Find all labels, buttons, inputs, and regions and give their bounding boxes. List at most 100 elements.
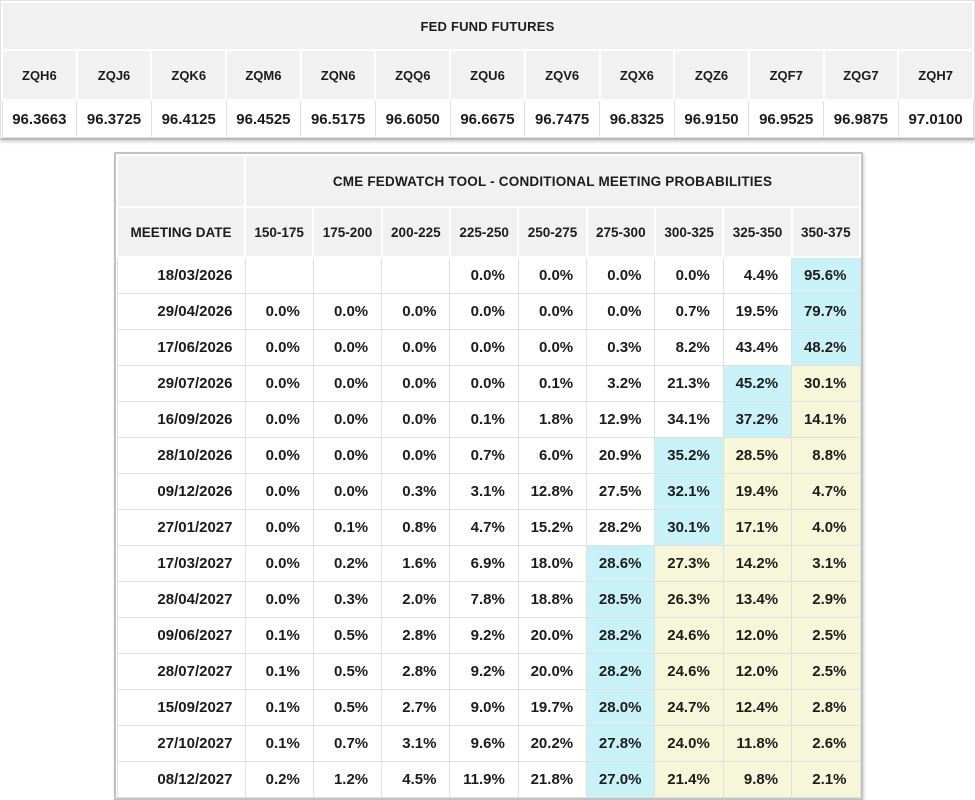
futures-symbol-zqx6: ZQX6 xyxy=(600,50,675,100)
fedwatch-row-17-06-2026: 17/06/20260.0%0.0%0.0%0.0%0.0%0.3%8.2%43… xyxy=(117,330,860,366)
meeting-date-cell: 27/10/2027 xyxy=(117,726,245,762)
meeting-date-cell: 17/03/2027 xyxy=(117,546,245,582)
probability-cell: 0.0% xyxy=(245,438,313,474)
probability-cell: 9.6% xyxy=(450,726,518,762)
probability-cell: 0.0% xyxy=(313,402,381,438)
probability-cell: 28.2% xyxy=(587,654,655,690)
probability-cell: 2.6% xyxy=(792,726,860,762)
fedwatch-title-row: CME FEDWATCH TOOL - CONDITIONAL MEETING … xyxy=(117,155,860,207)
probability-cell: 0.0% xyxy=(382,330,450,366)
probability-cell: 27.8% xyxy=(587,726,655,762)
futures-price-zqv6: 96.7475 xyxy=(525,100,600,138)
rate-range-header-300-325: 300-325 xyxy=(655,207,723,257)
probability-cell: 0.7% xyxy=(450,438,518,474)
probability-cell: 11.9% xyxy=(450,762,518,798)
futures-price-zqu6: 96.6675 xyxy=(450,100,525,138)
probability-cell: 4.7% xyxy=(450,510,518,546)
probability-cell: 1.6% xyxy=(382,546,450,582)
futures-price-zqj6: 96.3725 xyxy=(77,100,152,138)
probability-cell: 9.2% xyxy=(450,618,518,654)
probability-cell: 4.5% xyxy=(382,762,450,798)
probability-cell: 24.6% xyxy=(655,618,723,654)
probability-cell: 12.9% xyxy=(587,402,655,438)
probability-cell: 27.0% xyxy=(587,762,655,798)
futures-symbol-zqh7: ZQH7 xyxy=(898,50,973,100)
probability-cell: 0.0% xyxy=(450,330,518,366)
probability-cell: 21.4% xyxy=(655,762,723,798)
probability-cell: 0.3% xyxy=(382,474,450,510)
probability-cell: 0.0% xyxy=(518,330,586,366)
futures-price-zqm6: 96.4525 xyxy=(226,100,301,138)
futures-price-zqx6: 96.8325 xyxy=(600,100,675,138)
meeting-date-cell: 28/04/2027 xyxy=(117,582,245,618)
probability-cell: 9.0% xyxy=(450,690,518,726)
fedwatch-row-27-10-2027: 27/10/20270.1%0.7%3.1%9.6%20.2%27.8%24.0… xyxy=(117,726,860,762)
rate-range-header-250-275: 250-275 xyxy=(518,207,586,257)
probability-cell: 24.6% xyxy=(655,654,723,690)
meeting-date-cell: 09/06/2027 xyxy=(117,618,245,654)
meeting-date-cell: 29/04/2026 xyxy=(117,294,245,330)
probability-cell: 26.3% xyxy=(655,582,723,618)
meeting-date-cell: 08/12/2027 xyxy=(117,762,245,798)
probability-cell: 0.0% xyxy=(313,366,381,402)
futures-price-zqn6: 96.5175 xyxy=(301,100,376,138)
probability-cell: 3.1% xyxy=(792,546,860,582)
fedwatch-table: CME FEDWATCH TOOL - CONDITIONAL MEETING … xyxy=(114,152,863,800)
probability-cell: 4.7% xyxy=(792,474,860,510)
probability-cell: 1.8% xyxy=(518,402,586,438)
probability-cell: 0.1% xyxy=(245,654,313,690)
probability-cell: 0.0% xyxy=(518,257,586,294)
probability-cell: 0.0% xyxy=(382,402,450,438)
futures-symbol-zqh6: ZQH6 xyxy=(2,50,77,100)
probability-cell: 0.2% xyxy=(313,546,381,582)
probability-cell: 1.2% xyxy=(313,762,381,798)
probability-cell: 21.3% xyxy=(655,366,723,402)
probability-cell: 0.0% xyxy=(382,366,450,402)
probability-cell: 2.8% xyxy=(382,618,450,654)
probability-cell: 48.2% xyxy=(792,330,860,366)
probability-cell: 0.7% xyxy=(313,726,381,762)
probability-cell: 0.0% xyxy=(313,294,381,330)
probability-cell: 4.0% xyxy=(792,510,860,546)
probability-cell xyxy=(313,257,381,294)
probability-cell: 20.9% xyxy=(587,438,655,474)
probability-cell: 13.4% xyxy=(723,582,791,618)
probability-cell: 0.0% xyxy=(450,294,518,330)
meeting-date-cell: 17/06/2026 xyxy=(117,330,245,366)
probability-cell: 0.5% xyxy=(313,654,381,690)
meeting-date-cell: 29/07/2026 xyxy=(117,366,245,402)
probability-cell: 7.8% xyxy=(450,582,518,618)
probability-cell: 12.4% xyxy=(723,690,791,726)
probability-cell: 0.0% xyxy=(587,257,655,294)
probability-cell: 0.1% xyxy=(245,726,313,762)
probability-cell: 0.1% xyxy=(450,402,518,438)
rate-range-header-225-250: 225-250 xyxy=(450,207,518,257)
futures-symbol-zqn6: ZQN6 xyxy=(301,50,376,100)
probability-cell: 2.1% xyxy=(792,762,860,798)
futures-symbol-zqz6: ZQZ6 xyxy=(674,50,749,100)
probability-cell: 0.0% xyxy=(245,294,313,330)
probability-cell: 20.0% xyxy=(518,618,586,654)
futures-price-zqg7: 96.9875 xyxy=(824,100,899,138)
probability-cell: 32.1% xyxy=(655,474,723,510)
probability-cell: 2.7% xyxy=(382,690,450,726)
meeting-date-cell: 28/10/2026 xyxy=(117,438,245,474)
futures-table: FED FUND FUTURES ZQH6ZQJ6ZQK6ZQM6ZQN6ZQQ… xyxy=(1,1,974,138)
probability-cell: 19.5% xyxy=(723,294,791,330)
meeting-date-cell: 16/09/2026 xyxy=(117,402,245,438)
futures-symbol-zqk6: ZQK6 xyxy=(151,50,226,100)
meeting-date-cell: 27/01/2027 xyxy=(117,510,245,546)
fedwatch-corner-cell xyxy=(117,155,245,207)
probability-cell xyxy=(245,257,313,294)
futures-price-zqk6: 96.4125 xyxy=(151,100,226,138)
fedwatch-row-09-12-2026: 09/12/20260.0%0.0%0.3%3.1%12.8%27.5%32.1… xyxy=(117,474,860,510)
probability-cell: 3.1% xyxy=(382,726,450,762)
probability-cell: 0.0% xyxy=(245,366,313,402)
probability-cell: 27.5% xyxy=(587,474,655,510)
probability-cell: 0.2% xyxy=(245,762,313,798)
fedwatch-row-28-10-2026: 28/10/20260.0%0.0%0.0%0.7%6.0%20.9%35.2%… xyxy=(117,438,860,474)
probability-cell: 35.2% xyxy=(655,438,723,474)
meeting-date-header: MEETING DATE xyxy=(117,207,245,257)
fedwatch-row-08-12-2027: 08/12/20270.2%1.2%4.5%11.9%21.8%27.0%21.… xyxy=(117,762,860,798)
futures-price-zqh6: 96.3663 xyxy=(2,100,77,138)
